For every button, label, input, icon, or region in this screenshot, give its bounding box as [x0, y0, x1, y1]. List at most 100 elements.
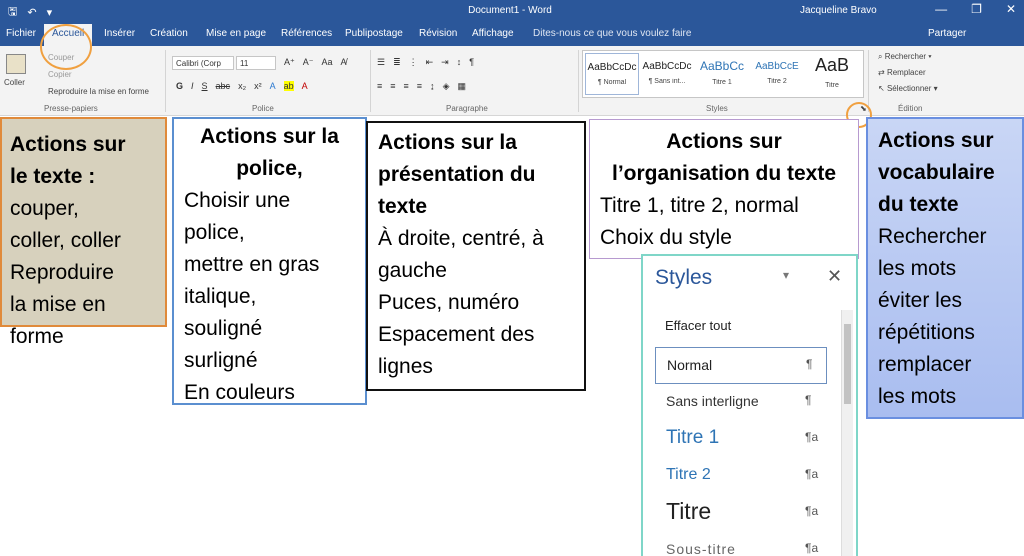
increase-indent-icon[interactable]: ⇥: [441, 57, 449, 68]
strikethrough-icon[interactable]: abc: [216, 81, 231, 91]
annotation-line: Choisir une: [184, 189, 291, 212]
style-tile-sans-interligne[interactable]: AaBbCcDc ¶ Sans int...: [640, 53, 694, 95]
highlight-icon[interactable]: ab: [283, 81, 294, 91]
list-buttons: ☰ ≣ ⋮ ⇤ ⇥ ↕ ¶: [377, 57, 474, 68]
minimize-icon[interactable]: —: [935, 2, 947, 16]
multilevel-list-icon[interactable]: ⋮: [409, 57, 418, 68]
style-tile-titre[interactable]: AaB Titre: [805, 53, 859, 95]
chevron-down-icon[interactable]: ▾: [783, 268, 789, 282]
style-item-normal[interactable]: Normal ¶: [655, 347, 827, 384]
font-color-icon[interactable]: A: [302, 81, 308, 91]
paste-button[interactable]: Coller: [4, 78, 25, 87]
select-label: Sélectionner: [886, 84, 932, 93]
style-tile-titre-1[interactable]: AaBbCc Titre 1: [695, 53, 749, 95]
font-name-combo[interactable]: Calibri (Corp: [172, 56, 234, 70]
style-item-titre-1[interactable]: Titre 1 ¶a: [655, 421, 827, 458]
save-icon[interactable]: 🖫: [8, 3, 17, 22]
tab-mise-en-page[interactable]: Mise en page: [206, 28, 266, 39]
scrollbar-thumb[interactable]: [844, 324, 851, 404]
line-spacing-icon[interactable]: ↨: [430, 81, 435, 92]
style-tile-normal[interactable]: AaBbCcDc ¶ Normal: [585, 53, 639, 95]
annotation-line: À droite, centré, à: [378, 227, 544, 250]
styles-list: Effacer tout Normal ¶ Sans interligne ¶ …: [655, 310, 827, 556]
change-case-icon[interactable]: Aa: [322, 57, 333, 68]
tab-fichier[interactable]: Fichier: [6, 28, 36, 39]
tab-publipostage[interactable]: Publipostage: [345, 28, 403, 39]
document-title: Document1 - Word: [468, 5, 552, 16]
share-button[interactable]: Partager: [928, 28, 966, 39]
annotation-title: l’organisation du texte: [611, 162, 837, 185]
annotation-line: Espacement des: [378, 323, 535, 346]
quick-access-toolbar: 🖫 ↶ ▾: [8, 3, 52, 22]
annotation-line: lignes: [378, 355, 433, 378]
align-left-icon[interactable]: ≡: [377, 81, 382, 92]
find-button[interactable]: ⌕ Rechercher ▾: [878, 52, 932, 62]
style-item-titre[interactable]: Titre ¶a: [655, 495, 827, 532]
alignment-buttons: ≡ ≡ ≡ ≡ ↨ ◈ ▦: [377, 81, 466, 92]
style-item-label: Sans interligne: [666, 393, 759, 409]
annotation-editing: Actions sur vocabulaire du texte Recherc…: [866, 117, 1024, 419]
tab-inserer[interactable]: Insérer: [104, 28, 135, 39]
tab-affichage[interactable]: Affichage: [472, 28, 514, 39]
user-name[interactable]: Jacqueline Bravo: [800, 5, 877, 16]
bullets-icon[interactable]: ☰: [377, 57, 385, 68]
italic-icon[interactable]: I: [191, 81, 194, 91]
sort-icon[interactable]: ↕: [457, 57, 462, 68]
subscript-icon[interactable]: x₂: [238, 81, 246, 91]
linked-style-icon: ¶a: [805, 541, 819, 555]
paste-icon[interactable]: [6, 54, 26, 74]
superscript-icon[interactable]: x²: [254, 81, 262, 91]
style-item-label: Effacer tout: [665, 318, 732, 333]
justify-icon[interactable]: ≡: [417, 81, 422, 92]
show-marks-icon[interactable]: ¶: [469, 57, 474, 68]
format-painter-button[interactable]: Reproduire la mise en forme: [48, 87, 149, 96]
shrink-font-icon[interactable]: A⁻: [303, 57, 314, 68]
styles-gallery[interactable]: AaBbCcDc ¶ Normal AaBbCcDc ¶ Sans int...…: [582, 50, 864, 98]
align-right-icon[interactable]: ≡: [404, 81, 409, 92]
annotation-title: police,: [236, 157, 303, 180]
tab-references[interactable]: Références: [281, 28, 332, 39]
style-item-label: Titre 1: [666, 427, 720, 448]
separator: [165, 50, 166, 112]
styles-pane-scrollbar[interactable]: [841, 310, 853, 556]
style-item-sous-titre[interactable]: Sous-titre ¶a: [655, 532, 827, 556]
style-item-sans-interligne[interactable]: Sans interligne ¶: [655, 384, 827, 421]
bold-icon[interactable]: G: [176, 81, 183, 91]
align-center-icon[interactable]: ≡: [390, 81, 395, 92]
group-label-clipboard: Presse-papiers: [44, 104, 98, 113]
text-effects-icon[interactable]: A: [270, 81, 276, 91]
linked-style-icon: ¶a: [805, 467, 819, 481]
annotation-title: Actions sur la: [378, 131, 517, 154]
qat-customize-icon[interactable]: ▾: [47, 6, 53, 19]
shading-icon[interactable]: ◈: [443, 81, 450, 92]
restore-icon[interactable]: ❐: [971, 2, 982, 16]
clear-format-icon[interactable]: A̸: [341, 57, 347, 68]
underline-icon[interactable]: S: [202, 81, 208, 91]
separator: [370, 50, 371, 112]
group-label-editing: Édition: [898, 104, 923, 113]
copy-button[interactable]: Copier: [48, 70, 72, 79]
annotation-line: répétitions: [878, 321, 975, 344]
numbering-icon[interactable]: ≣: [393, 57, 401, 68]
decrease-indent-icon[interactable]: ⇤: [426, 57, 434, 68]
style-item-titre-2[interactable]: Titre 2 ¶a: [655, 458, 827, 495]
borders-icon[interactable]: ▦: [457, 81, 466, 92]
select-button[interactable]: ↖ Sélectionner ▾: [878, 84, 938, 93]
close-icon[interactable]: ✕: [1006, 2, 1016, 16]
style-tile-titre-2[interactable]: AaBbCcE Titre 2: [750, 53, 804, 95]
style-item-effacer-tout[interactable]: Effacer tout: [655, 310, 827, 347]
replace-button[interactable]: ⇄ Remplacer: [878, 68, 926, 77]
style-sample: AaBbCcE: [755, 61, 799, 72]
grow-font-icon[interactable]: A⁺: [284, 57, 295, 68]
group-label-styles: Styles: [706, 104, 728, 113]
paragraph-mark-icon: ¶: [806, 357, 813, 371]
font-size-combo[interactable]: 11: [236, 56, 276, 70]
tab-creation[interactable]: Création: [150, 28, 188, 39]
tab-revision[interactable]: Révision: [419, 28, 457, 39]
annotation-line: Puces, numéro: [378, 291, 520, 314]
undo-icon[interactable]: ↶: [27, 6, 36, 19]
highlight-circle: [40, 24, 92, 70]
close-icon[interactable]: ✕: [827, 266, 842, 287]
annotation-line: les mots: [878, 385, 957, 408]
tell-me-search[interactable]: Dites-nous ce que vous voulez faire: [533, 28, 691, 39]
